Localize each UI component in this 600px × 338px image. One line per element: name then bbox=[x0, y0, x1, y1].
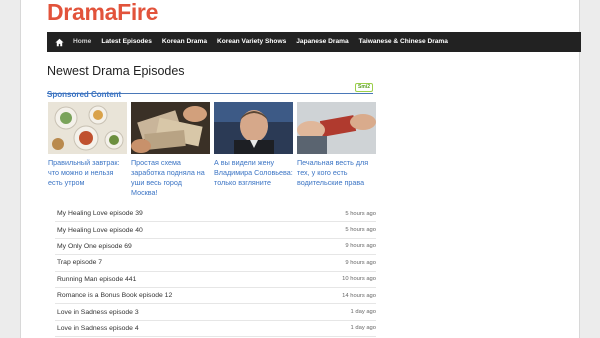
card-image-hands[interactable] bbox=[297, 102, 376, 154]
nav-item-korean-variety[interactable]: Korean Variety Shows bbox=[217, 32, 286, 52]
episode-time: 14 hours ago bbox=[342, 292, 376, 299]
card-title[interactable]: Печальная весть для тех, у кого есть вод… bbox=[297, 158, 376, 188]
list-item[interactable]: Love in Sadness episode 3 1 day ago bbox=[55, 304, 376, 321]
page-title: Newest Drama Episodes bbox=[47, 64, 185, 78]
page-frame: DramaFire Home Latest Episodes Korean Dr… bbox=[20, 0, 581, 338]
site-logo[interactable]: DramaFire bbox=[47, 0, 158, 24]
episode-link[interactable]: My Healing Love episode 40 bbox=[57, 227, 143, 234]
episode-list: My Healing Love episode 39 5 hours ago M… bbox=[55, 206, 376, 338]
list-item[interactable]: My Only One episode 69 9 hours ago bbox=[55, 239, 376, 256]
sponsored-label: Sponsored Content bbox=[47, 90, 122, 99]
sponsored-card[interactable]: Правильный завтрак: что можно и нельзя е… bbox=[48, 102, 127, 198]
list-item[interactable]: Love in Sadness episode 4 1 day ago bbox=[55, 321, 376, 338]
episode-link[interactable]: My Healing Love episode 39 bbox=[57, 210, 143, 217]
card-image-money[interactable] bbox=[131, 102, 210, 154]
card-title[interactable]: А вы видели жену Владимира Соловьева: то… bbox=[214, 158, 293, 188]
nav-item-home[interactable]: Home bbox=[73, 32, 91, 52]
sponsored-header: Sponsored Content Smi2 bbox=[47, 83, 373, 99]
episode-time: 9 hours ago bbox=[345, 243, 376, 250]
nav-item-japanese-drama[interactable]: Japanese Drama bbox=[296, 32, 348, 52]
card-image-portrait[interactable] bbox=[214, 102, 293, 154]
sponsored-card[interactable]: Простая схема заработка подняла на уши в… bbox=[131, 102, 210, 198]
card-title[interactable]: Простая схема заработка подняла на уши в… bbox=[131, 158, 210, 198]
nav-item-korean-drama[interactable]: Korean Drama bbox=[162, 32, 207, 52]
episode-time: 9 hours ago bbox=[345, 259, 376, 266]
episode-time: 5 hours ago bbox=[345, 227, 376, 234]
sponsor-badge[interactable]: Smi2 bbox=[355, 83, 373, 92]
episode-time: 1 day ago bbox=[350, 325, 376, 332]
episode-link[interactable]: Romance is a Bonus Book episode 12 bbox=[57, 292, 172, 299]
episode-link[interactable]: Running Man episode 441 bbox=[57, 276, 136, 283]
episode-link[interactable]: Love in Sadness episode 4 bbox=[57, 325, 139, 332]
home-icon[interactable] bbox=[55, 37, 65, 47]
episode-link[interactable]: My Only One episode 69 bbox=[57, 243, 132, 250]
nav-item-latest-episodes[interactable]: Latest Episodes bbox=[101, 32, 152, 52]
episode-link[interactable]: Love in Sadness episode 3 bbox=[57, 309, 139, 316]
sponsored-card[interactable]: А вы видели жену Владимира Соловьева: то… bbox=[214, 102, 293, 198]
list-item[interactable]: Romance is a Bonus Book episode 12 14 ho… bbox=[55, 288, 376, 305]
list-item[interactable]: My Healing Love episode 39 5 hours ago bbox=[55, 206, 376, 223]
episode-time: 1 day ago bbox=[350, 309, 376, 316]
list-item[interactable]: Trap episode 7 9 hours ago bbox=[55, 255, 376, 272]
main-nav: Home Latest Episodes Korean Drama Korean… bbox=[47, 32, 581, 52]
nav-item-taiwanese-chinese[interactable]: Taiwanese & Chinese Drama bbox=[359, 32, 448, 52]
episode-time: 10 hours ago bbox=[342, 276, 376, 283]
episode-link[interactable]: Trap episode 7 bbox=[57, 259, 102, 266]
episode-time: 5 hours ago bbox=[345, 210, 376, 217]
sponsored-card[interactable]: Печальная весть для тех, у кого есть вод… bbox=[297, 102, 376, 198]
list-item[interactable]: My Healing Love episode 40 5 hours ago bbox=[55, 222, 376, 239]
sponsored-cards: Правильный завтрак: что можно и нельзя е… bbox=[48, 102, 376, 198]
list-item[interactable]: Running Man episode 441 10 hours ago bbox=[55, 272, 376, 288]
card-title[interactable]: Правильный завтрак: что можно и нельзя е… bbox=[48, 158, 127, 188]
card-image-food[interactable] bbox=[48, 102, 127, 154]
